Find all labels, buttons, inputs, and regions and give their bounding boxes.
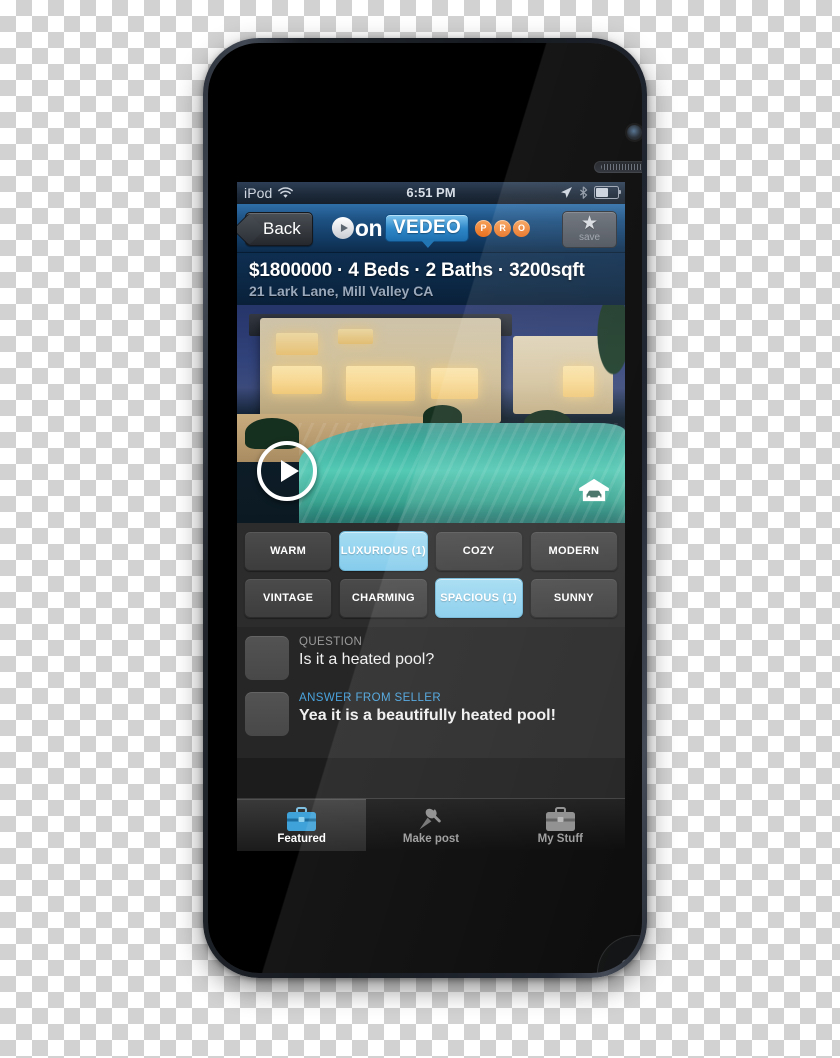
tab-make-post[interactable]: Make post [366, 799, 495, 851]
back-button[interactable]: Back [245, 212, 313, 246]
tag-luxurious[interactable]: LUXURIOUS (1) [339, 531, 428, 571]
star-icon: ★ [580, 213, 599, 234]
listing-address: 21 Lark Lane, Mill Valley CA [249, 283, 434, 299]
tab-bar: Featured Make post My Stuff [237, 798, 625, 851]
tag-sunny[interactable]: SUNNY [529, 578, 618, 618]
answer-label: ANSWER FROM SELLER [299, 692, 442, 704]
battery-icon [594, 186, 621, 199]
logo-vedeo-bubble: VEDEO [385, 214, 470, 248]
answer-item[interactable]: ANSWER FROM SELLER Yea it is a beautiful… [245, 692, 617, 736]
tag-warm[interactable]: WARM [244, 531, 333, 571]
question-item[interactable]: QUESTION Is it a heated pool? [245, 636, 617, 680]
user-avatar-placeholder [245, 636, 289, 680]
tab-featured[interactable]: Featured [237, 799, 367, 851]
question-text: Is it a heated pool? [299, 651, 435, 668]
tag-vintage[interactable]: VINTAGE [244, 578, 333, 618]
tag-cozy[interactable]: COZY [434, 531, 523, 571]
qa-section: QUESTION Is it a heated pool? ANSWER FRO… [237, 627, 625, 758]
pushpin-icon [417, 806, 445, 832]
app-logo: on VEDEO P R O [331, 213, 531, 248]
tag-grid: WARM LUXURIOUS (1) COZY MODERN VINTAGE C… [237, 523, 625, 627]
listing-summary: $1800000 · 4 Beds · 2 Baths · 3200sqft [249, 260, 585, 281]
tag-modern[interactable]: MODERN [529, 531, 618, 571]
logo-pro-letter-r: R [494, 219, 512, 237]
property-photo[interactable] [237, 305, 625, 523]
briefcase-icon [286, 806, 317, 832]
home-button-icon [621, 959, 642, 973]
app-screen: iPod 6:51 PM Back on VEDEO P R O ★ save … [237, 182, 625, 851]
logo-pro-letter-p: P [475, 219, 493, 237]
logo-pro-letter-o: O [513, 219, 531, 237]
logo-on-text: on [354, 214, 383, 241]
question-label: QUESTION [299, 636, 363, 648]
tab-make-post-label: Make post [402, 832, 460, 845]
play-circle-icon[interactable] [257, 441, 317, 501]
briefcase-icon [545, 806, 576, 832]
front-camera-icon [627, 125, 642, 140]
tag-row: VINTAGE CHARMING SPACIOUS (1) SUNNY [244, 578, 618, 618]
save-button-label: save [578, 232, 601, 243]
tab-featured-label: Featured [277, 832, 326, 845]
device-glass: iPod 6:51 PM Back on VEDEO P R O ★ save … [208, 43, 642, 973]
answer-body: ANSWER FROM SELLER Yea it is a beautiful… [299, 692, 556, 736]
earpiece-speaker-icon [594, 161, 642, 173]
location-arrow-icon [561, 187, 572, 198]
play-icon [331, 217, 354, 239]
screenshot-canvas: iPod 6:51 PM Back on VEDEO P R O ★ save … [0, 0, 840, 1058]
tag-charming[interactable]: CHARMING [339, 578, 428, 618]
status-bar: iPod 6:51 PM [237, 182, 625, 204]
logo-on-wordmark: on [331, 214, 383, 242]
status-bar-right [560, 186, 621, 199]
garage-car-icon[interactable] [578, 477, 610, 503]
tab-my-stuff-label: My Stuff [537, 832, 583, 845]
listing-header: $1800000 · 4 Beds · 2 Baths · 3200sqft 2… [237, 253, 625, 305]
tag-spacious[interactable]: SPACIOUS (1) [434, 578, 523, 618]
logo-pro-badge: P R O [475, 219, 531, 237]
user-avatar-placeholder [245, 692, 289, 736]
save-button[interactable]: ★ save [562, 211, 617, 248]
tab-my-stuff[interactable]: My Stuff [496, 799, 625, 851]
answer-text: Yea it is a beautifully heated pool! [299, 707, 556, 724]
question-body: QUESTION Is it a heated pool? [299, 636, 434, 680]
bluetooth-icon [580, 186, 588, 199]
navigation-bar: Back on VEDEO P R O ★ save [237, 204, 625, 253]
iphone-device-frame: iPod 6:51 PM Back on VEDEO P R O ★ save … [203, 38, 647, 978]
back-button-label: Back [263, 219, 301, 238]
tag-row: WARM LUXURIOUS (1) COZY MODERN [244, 531, 618, 571]
